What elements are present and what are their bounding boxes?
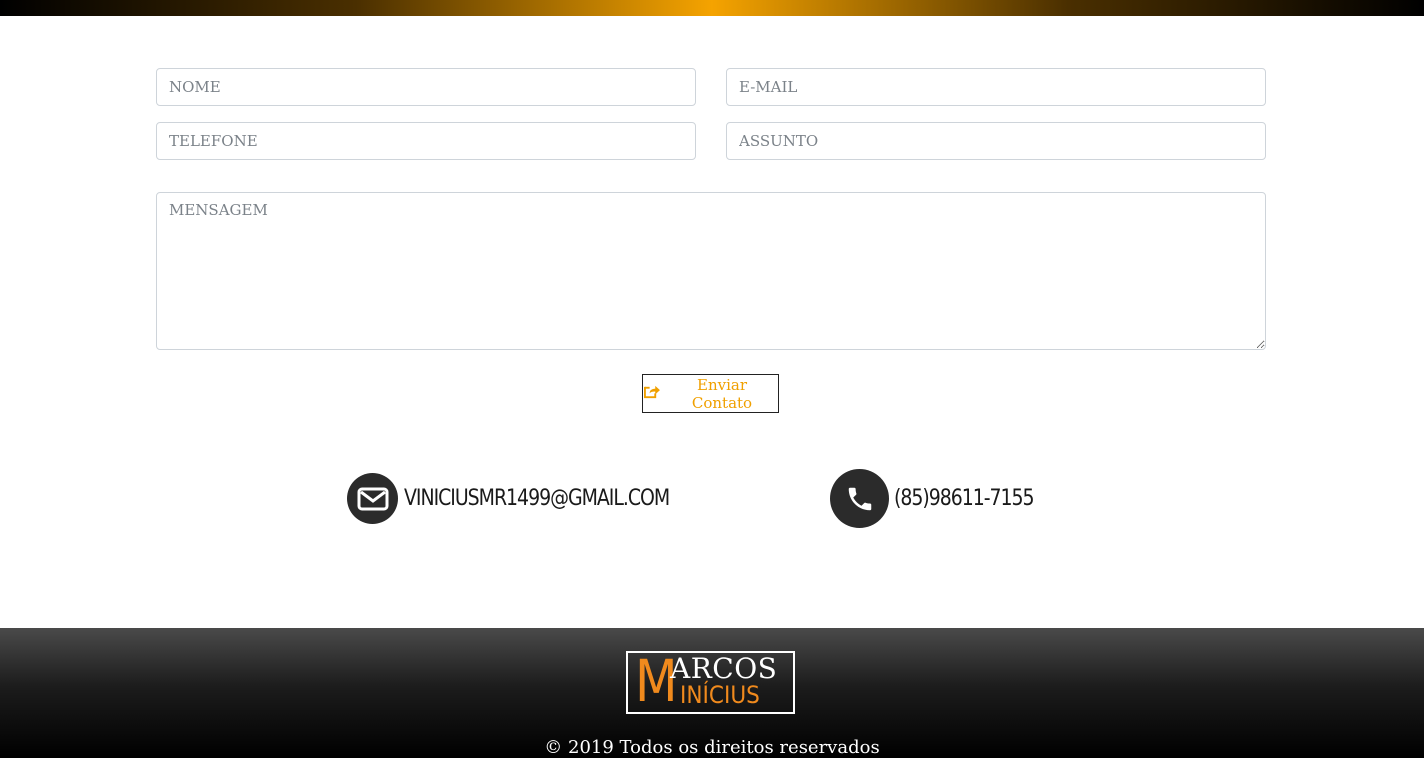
phone-icon — [830, 469, 889, 528]
copyright-text: © 2019 Todos os direitos reservados — [544, 737, 880, 758]
logo-line-2: INÍCIUS — [680, 681, 760, 709]
contact-email: VINICIUSMR1499@GMAIL.COM — [347, 473, 712, 524]
email-field[interactable] — [726, 68, 1266, 106]
top-gradient-bar — [0, 0, 1424, 16]
message-textarea[interactable] — [156, 192, 1266, 350]
name-field[interactable] — [156, 68, 696, 106]
send-contact-button[interactable]: Enviar Contato — [642, 374, 779, 413]
contact-phone-text: (85)98611-7155 — [894, 486, 1035, 511]
share-square-icon — [643, 384, 660, 403]
contact-phone: (85)98611-7155 — [830, 469, 1056, 528]
phone-field[interactable] — [156, 122, 696, 160]
brand-logo: M ARCOS INÍCIUS — [626, 651, 795, 714]
subject-field[interactable] — [726, 122, 1266, 160]
contact-email-text: VINICIUSMR1499@GMAIL.COM — [404, 486, 670, 511]
send-contact-label: Enviar Contato — [691, 375, 753, 412]
envelope-icon — [347, 473, 398, 524]
